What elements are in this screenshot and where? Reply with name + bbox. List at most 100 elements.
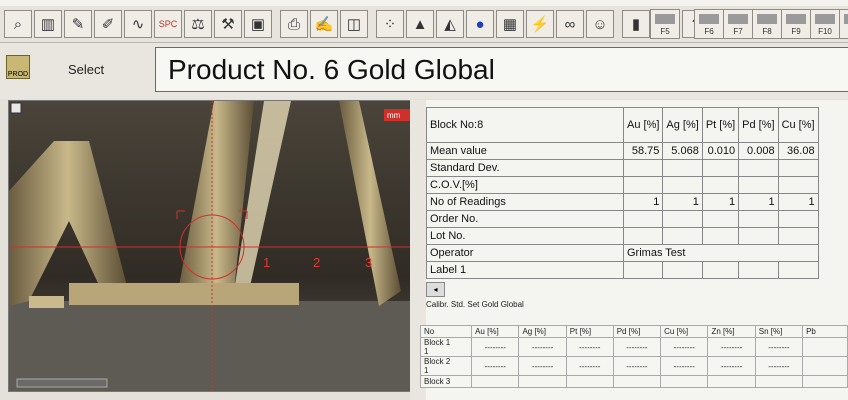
readings-cell: -------- [754,356,804,376]
function-key-label: F9 [791,27,801,36]
cell-value: 58.75 [622,142,664,160]
results-row: Order No. [426,210,819,228]
scale-label-1: 1 [263,255,270,270]
bar-chart-icon[interactable]: ▥ [34,10,62,38]
cell-value [777,261,819,279]
function-key-label: F10 [818,27,832,36]
function-key-label: F8 [762,27,772,36]
binoculars-icon[interactable]: ∞ [556,10,584,38]
readings-cell: -------- [707,337,756,357]
function-key-f10[interactable]: F10 [810,9,840,39]
readings-row: Block 3 [419,375,848,388]
cell-value: 1 [777,193,819,211]
lightning-icon[interactable]: ⚡ [526,10,554,38]
results-row: C.O.V.[%] [426,176,819,194]
function-key-f11[interactable]: F11 [839,9,848,39]
row-label: Order No. [426,210,624,228]
cell-value [738,176,779,194]
spectrum-icon[interactable]: ∿ [124,10,152,38]
results-row: Mean value 58.75 5.068 0.010 0.008 36.08 [426,142,819,160]
battery-icon[interactable]: ▮ [622,10,650,38]
results-table: Block No:8 Au [%] Ag [%] Pt [%] Pd [%] Cu [%]… [426,107,819,279]
function-key-f7[interactable]: F7 [723,9,753,39]
row-label: Standard Dev. [426,159,624,177]
save-icon[interactable]: ▣ [244,10,272,38]
readings-column-header: Pb [802,325,848,338]
camera-image: 1 2 3 mm [9,101,413,391]
readings-cell: -------- [471,337,520,357]
cell-value [738,261,779,279]
pen-icon[interactable]: ✐ [94,10,122,38]
readings-column-header: Ag [%] [518,325,567,338]
column-header: Ag [%] [662,107,703,143]
readings-cell: -------- [518,356,567,376]
cell-value [662,210,703,228]
operator-value: Grimas Test [623,244,819,262]
row-label: No of Readings [426,193,624,211]
person-icon[interactable]: ☺ [586,10,614,38]
area-chart-icon[interactable]: ◭ [436,10,464,38]
cell-value [701,176,740,194]
cell-value: 1 [622,193,664,211]
cell-value [777,159,819,177]
grid-icon[interactable]: ▦ [496,10,524,38]
calibration-label: Calibr. Std. Set Gold Global [426,300,524,309]
search-icon[interactable]: ⌕ [4,10,32,38]
function-key-f8[interactable]: F8 [752,9,782,39]
row-label: Lot No. [426,227,624,245]
product-icon[interactable]: PROD [6,55,30,79]
cell-value: 1 [662,193,703,211]
readings-column-header: Au [%] [471,325,520,338]
circle-icon[interactable]: ● [466,10,494,38]
readings-cell: -------- [707,356,756,376]
function-key-label: F6 [704,27,714,36]
product-icon-label: PROD [7,71,29,78]
cell-value [738,227,779,245]
cell-value [777,176,819,194]
scale-icon[interactable]: ⚖ [184,10,212,38]
results-row: No of Readings 1 1 1 1 1 [426,193,819,211]
print-icon[interactable]: ⎙ [280,10,308,38]
spc-icon[interactable]: SPC [154,10,182,38]
readings-cell: -------- [660,337,709,357]
readings-cell: -------- [471,356,520,376]
cell-value [622,261,664,279]
scale-label-2: 2 [313,255,320,270]
camera-view[interactable]: 1 2 3 mm [8,100,414,392]
hammer-icon[interactable]: ⚒ [214,10,242,38]
calibrate-icon[interactable]: ◫ [340,10,368,38]
readings-index: 1 [424,366,429,375]
cell-value: 1 [738,193,779,211]
cell-value: 1 [701,193,740,211]
scatter-icon[interactable]: ⁘ [376,10,404,38]
row-label: C.O.V.[%] [426,176,624,194]
scroll-left-button[interactable]: ◂ [426,282,445,297]
readings-column-header: Cu [%] [660,325,709,338]
cell-value [701,159,740,177]
cell-value: 5.068 [662,142,703,160]
edit-icon[interactable]: ✍ [310,10,338,38]
row-label: Mean value [426,142,624,160]
results-row: Standard Dev. [426,159,819,177]
readings-cell: -------- [612,337,662,357]
cell-value [662,159,703,177]
readings-block-label: Block 2 [424,357,451,366]
cell-value [622,227,664,245]
cell-value [777,227,819,245]
readings-row: Block 2 1 -------- -------- -------- --------… [419,356,848,376]
histogram-icon[interactable]: ▲ [406,10,434,38]
readings-row: Block 1 1 -------- -------- -------- --------… [419,337,848,357]
readings-index: 1 [424,347,429,356]
function-key-f5[interactable]: F5 [650,9,680,39]
readings-cell [802,356,848,376]
readings-cell [565,375,614,388]
readings-column-header: Sn [%] [754,325,804,338]
function-key-f9[interactable]: F9 [781,9,811,39]
product-title-box: Product No. 6 Gold Global [155,47,848,92]
results-row: Label 1 [426,261,819,279]
cell-value [777,210,819,228]
function-key-f6[interactable]: F6 [694,9,724,39]
tool-icon[interactable]: ✎ [64,10,92,38]
select-button[interactable]: Select [68,62,104,77]
readings-column-header: Pd [%] [612,325,662,338]
